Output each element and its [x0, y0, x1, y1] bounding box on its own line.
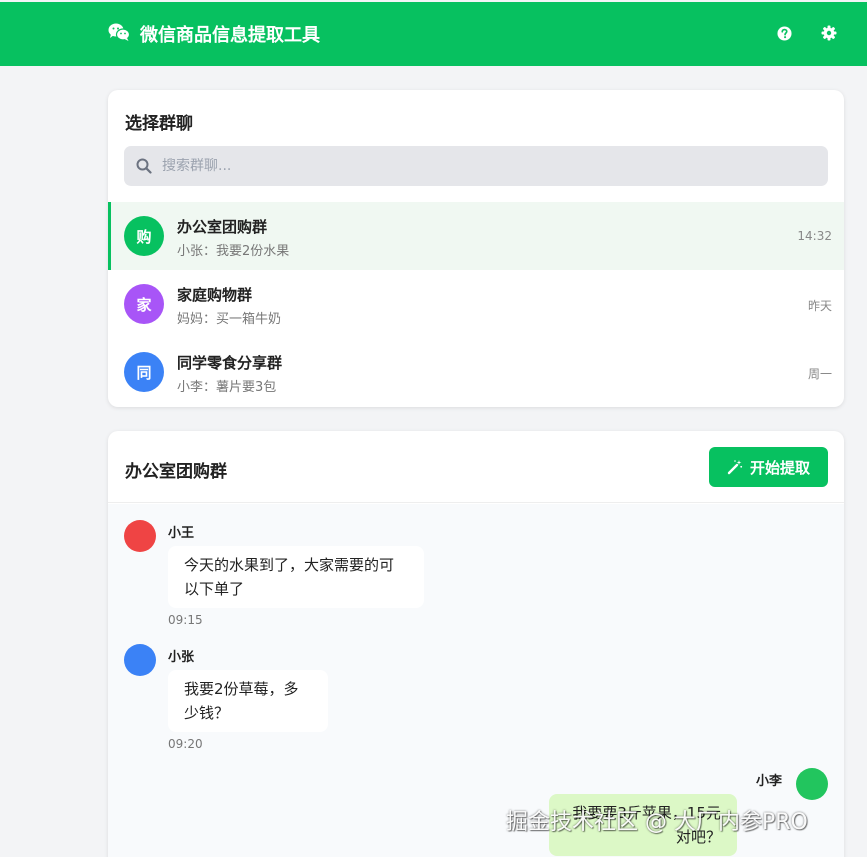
message-sender: 小李 — [756, 774, 783, 789]
group-item-office[interactable]: 购 办公室团购群 小张：我要2份水果 14:32 — [108, 202, 844, 270]
group-item-classmates[interactable]: 同 同学零食分享群 小李：薯片要3包 周一 — [108, 338, 844, 406]
avatar — [124, 520, 156, 552]
group-last-message: 小张：我要2份水果 — [177, 244, 290, 259]
chat-card: 办公室团购群 开始提取 小王 今天的水果到了，大家需要的可以下单了 09:15 … — [108, 431, 844, 857]
message-bubble: 今天的水果到了，大家需要的可以下单了 — [168, 546, 424, 608]
chat-title: 办公室团购群 — [125, 462, 227, 482]
message-sender: 小王 — [168, 526, 195, 541]
message-time: 09:20 — [168, 737, 203, 751]
message-sender: 小张 — [168, 650, 195, 665]
group-panel-title: 选择群聊 — [125, 114, 193, 134]
group-time: 昨天 — [807, 299, 832, 313]
group-search[interactable] — [124, 146, 828, 186]
chat-header: 办公室团购群 开始提取 — [108, 431, 844, 503]
avatar — [796, 768, 828, 800]
start-extract-label: 开始提取 — [749, 458, 810, 477]
group-avatar: 购 — [124, 216, 164, 256]
app-title: 微信商品信息提取工具 — [140, 25, 320, 46]
group-last-message: 小李：薯片要3包 — [177, 380, 277, 395]
group-select-card: 选择群聊 购 办公室团购群 小张：我要2份水果 14:32 家 家庭购物群 妈妈… — [108, 90, 844, 407]
message-bubble: 我要2份草莓，多少钱？ — [168, 670, 328, 732]
avatar — [124, 644, 156, 676]
group-avatar: 同 — [124, 352, 164, 392]
group-name: 同学零食分享群 — [177, 354, 283, 372]
watermark: 掘金技术社区 @ 大厂内参PRO — [506, 810, 808, 835]
message-time: 09:15 — [168, 613, 203, 627]
settings-button[interactable] — [820, 24, 838, 42]
gear-icon — [821, 25, 837, 41]
search-icon — [136, 158, 152, 174]
group-time: 14:32 — [797, 229, 832, 243]
wechat-icon — [108, 22, 131, 46]
group-time: 周一 — [807, 367, 832, 381]
group-name: 办公室团购群 — [177, 218, 268, 236]
group-list: 购 办公室团购群 小张：我要2份水果 14:32 家 家庭购物群 妈妈：买一箱牛… — [108, 202, 844, 406]
help-icon — [776, 25, 792, 41]
help-button[interactable] — [775, 24, 793, 42]
group-last-message: 妈妈：买一箱牛奶 — [177, 312, 282, 327]
brand: 微信商品信息提取工具 — [108, 2, 320, 66]
magic-wand-icon — [727, 460, 743, 475]
start-extract-button[interactable]: 开始提取 — [709, 447, 828, 487]
group-item-family[interactable]: 家 家庭购物群 妈妈：买一箱牛奶 昨天 — [108, 270, 844, 338]
group-avatar: 家 — [124, 284, 164, 324]
app-header: 微信商品信息提取工具 — [0, 2, 867, 66]
group-name: 家庭购物群 — [177, 286, 253, 304]
search-input[interactable] — [162, 158, 802, 174]
